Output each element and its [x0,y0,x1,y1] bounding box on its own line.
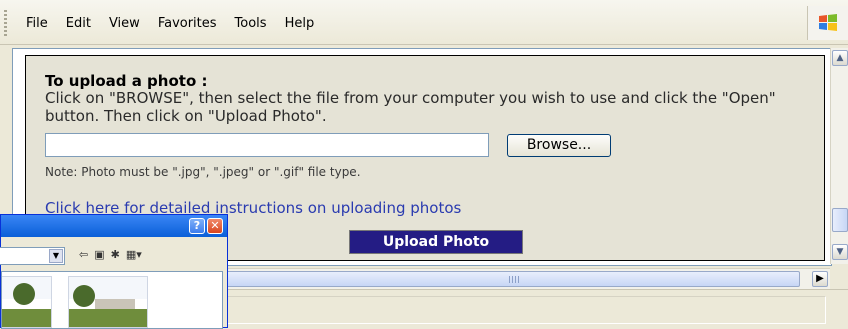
chevron-down-icon[interactable]: ▼ [49,249,63,263]
file-open-dialog: ? ✕ ▼ ⇦ ▣ ✱ ▦▾ [0,214,228,329]
upload-title: To upload a photo : [45,72,208,90]
menu-help[interactable]: Help [285,16,315,31]
help-button[interactable]: ? [189,218,205,234]
up-folder-icon[interactable]: ▣ [94,248,104,261]
menu-bar: File Edit View Favorites Tools Help [0,0,848,45]
vertical-scrollbar[interactable]: ▲ ▼ [830,48,848,264]
file-list [1,271,223,329]
menu-tools[interactable]: Tools [235,16,267,31]
vertical-scroll-thumb[interactable] [832,208,848,232]
scroll-right-icon[interactable]: ▶ [812,271,828,287]
windows-flag-icon [819,14,837,31]
photo-thumbnail[interactable] [2,276,52,328]
photo-thumbnail[interactable] [68,276,148,328]
file-path-input[interactable] [45,133,489,157]
scroll-grip-icon [509,276,519,283]
menu-edit[interactable]: Edit [66,16,91,31]
menu-file[interactable]: File [26,16,48,31]
menu-favorites[interactable]: Favorites [158,16,217,31]
close-button[interactable]: ✕ [207,218,223,234]
horizontal-scrollbar[interactable]: ▶ [218,268,830,289]
toolbar-grip[interactable] [4,10,7,36]
dialog-toolbar: ⇦ ▣ ✱ ▦▾ [79,248,142,261]
browse-button[interactable]: Browse... [507,134,611,157]
menu-items: File Edit View Favorites Tools Help [26,16,332,31]
scroll-up-icon[interactable]: ▲ [832,50,848,66]
horizontal-scroll-thumb[interactable] [226,271,800,287]
status-bar [218,289,848,329]
look-in-select[interactable]: ▼ [0,247,65,265]
menu-view[interactable]: View [109,16,140,31]
file-type-note: Note: Photo must be ".jpg", ".jpeg" or "… [45,165,361,179]
new-folder-icon[interactable]: ✱ [111,248,120,261]
back-icon[interactable]: ⇦ [79,248,88,261]
windows-logo [807,6,848,40]
upload-photo-button[interactable]: Upload Photo [349,230,523,254]
scroll-down-icon[interactable]: ▼ [832,244,848,260]
upload-instructions: Click on "BROWSE", then select the file … [45,89,776,125]
dialog-titlebar[interactable]: ? ✕ [1,215,227,237]
views-menu-icon[interactable]: ▦▾ [126,248,142,261]
status-pane [224,296,826,324]
